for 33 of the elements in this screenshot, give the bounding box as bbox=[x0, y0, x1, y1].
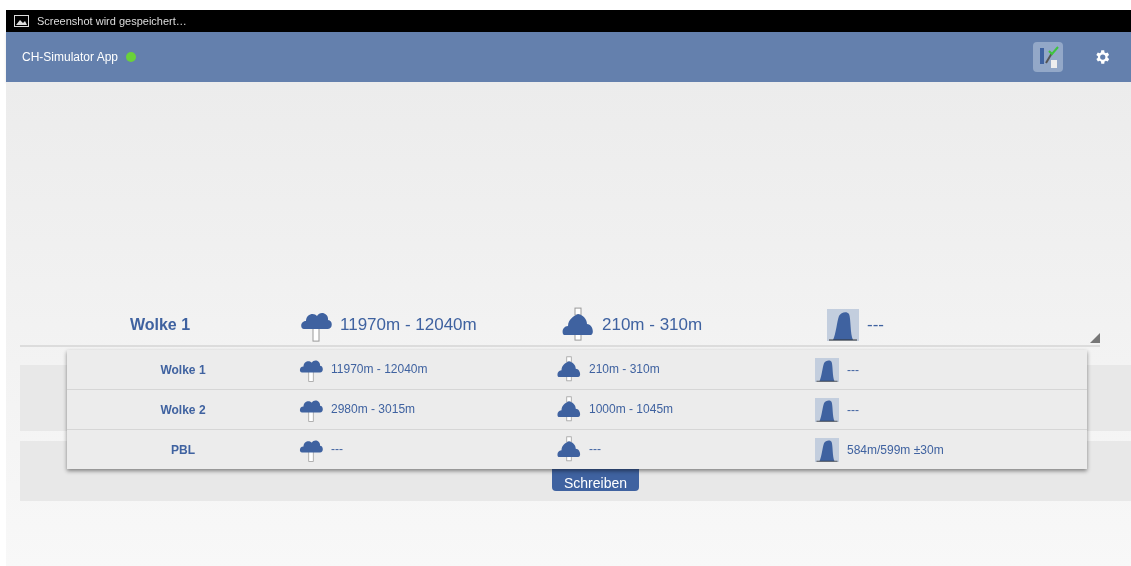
dropdown-corner-icon bbox=[1090, 333, 1100, 343]
thickness-range: 210m - 310m bbox=[589, 361, 660, 379]
profile-value: --- bbox=[847, 401, 859, 419]
profile-icon bbox=[815, 357, 839, 382]
thickness-range: 210m - 310m bbox=[602, 314, 703, 337]
cloud-icon bbox=[557, 396, 581, 423]
dropdown-item[interactable]: Wolke 1 11970m - 12040m 210m - 310m --- bbox=[67, 350, 1087, 390]
app-title: CH-Simulator App bbox=[22, 49, 119, 66]
tools-button[interactable] bbox=[1033, 42, 1063, 72]
thickness-range: --- bbox=[589, 441, 601, 459]
profile-value: 584m/599m ±30m bbox=[847, 441, 944, 459]
profile-value: --- bbox=[867, 314, 884, 337]
layer-name: Wolke 2 bbox=[160, 401, 206, 419]
layer-name: PBL bbox=[171, 441, 195, 459]
base-height: 11970m - 12040m bbox=[331, 361, 428, 379]
base-height: 2980m - 3015m bbox=[331, 401, 416, 419]
base-height: 11970m - 12040m bbox=[340, 314, 477, 337]
thickness-range: 1000m - 1045m bbox=[589, 401, 674, 419]
base-height: --- bbox=[331, 441, 343, 459]
layer-selector[interactable]: Wolke 1 11970m - 12040m 210m - 310m --- bbox=[20, 305, 1100, 347]
profile-value: --- bbox=[847, 361, 859, 379]
pencil-check-icon bbox=[1037, 45, 1059, 69]
cloud-icon bbox=[557, 436, 581, 463]
dropdown-item[interactable]: Wolke 2 2980m - 3015m 1000m - 1045m --- bbox=[67, 390, 1087, 430]
profile-icon bbox=[815, 437, 839, 462]
profile-icon bbox=[815, 397, 839, 422]
layer-name: Wolke 1 bbox=[160, 361, 206, 379]
cloud-icon bbox=[557, 356, 581, 383]
cloud-icon bbox=[562, 307, 594, 343]
notification-text: Screenshot wird gespeichert… bbox=[37, 13, 187, 29]
profile-icon bbox=[827, 309, 859, 341]
image-icon bbox=[14, 15, 29, 27]
layer-name: Wolke 1 bbox=[129, 315, 191, 335]
